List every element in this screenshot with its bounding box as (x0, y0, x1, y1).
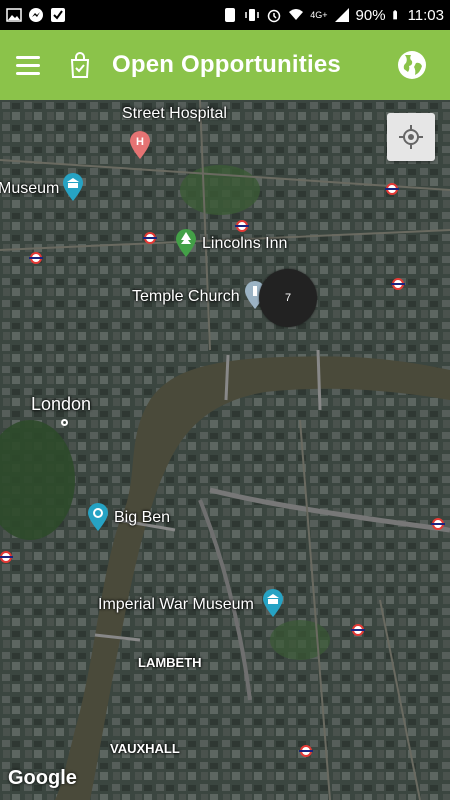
museum-pin-icon[interactable] (261, 588, 285, 618)
battery-icon (392, 10, 397, 20)
landmark-pin-icon[interactable] (86, 502, 110, 532)
museum-pin-icon[interactable] (61, 172, 85, 202)
tube-station-icon (0, 551, 13, 563)
app-bar: Open Opportunities (0, 30, 450, 100)
alarm-icon (268, 9, 281, 23)
tube-station-icon (143, 232, 157, 244)
tube-station-icon (385, 183, 399, 195)
status-right: 4G+ 90% 11:03 (222, 7, 444, 24)
shopping-bag-check-icon[interactable] (66, 51, 94, 79)
notification-icon (225, 8, 236, 22)
gallery-icon (6, 8, 22, 22)
status-left (6, 7, 66, 23)
my-location-button[interactable] (387, 113, 435, 161)
page-title: Open Opportunities (112, 51, 341, 78)
menu-button[interactable] (16, 49, 48, 81)
map-label-big-ben: Big Ben (114, 509, 171, 526)
hospital-pin-icon[interactable]: H (128, 130, 152, 160)
messenger-icon (29, 8, 43, 22)
map-label-lincolns-inn: Lincolns Inn (202, 235, 288, 252)
battery-percent: 90% (355, 6, 386, 24)
tube-station-icon (299, 745, 313, 757)
map-label-vauxhall: VAUXHALL (110, 741, 180, 756)
google-attribution: Google (8, 767, 77, 789)
tube-station-icon (351, 624, 365, 636)
menu-icon-line (16, 55, 40, 59)
map-label-lambeth: LAMBETH (138, 655, 202, 670)
vibrate-icon (245, 9, 260, 21)
globe-icon[interactable] (396, 49, 428, 81)
menu-icon-line (16, 63, 40, 67)
tube-station-icon (29, 252, 43, 264)
map-label-museum: Museum (0, 180, 60, 197)
map-label-imperial-war-museum: Imperial War Museum (98, 596, 254, 613)
check-notification-icon (51, 8, 65, 22)
park-pin-icon[interactable] (174, 228, 198, 258)
opportunity-cluster-marker[interactable]: 7 (259, 269, 317, 327)
tube-station-icon (431, 518, 445, 530)
signal-icon (334, 8, 349, 22)
status-bar: 4G+ 90% 11:03 (0, 0, 450, 30)
clock: 11:03 (407, 6, 444, 24)
crosshair-icon (399, 125, 423, 149)
wifi-icon (289, 9, 304, 20)
map-label-london: London (31, 394, 92, 414)
map-label-street-hospital: Street Hospital (122, 105, 227, 122)
map-label-temple-church: Temple Church (132, 288, 240, 305)
tube-station-icon (391, 278, 405, 290)
satellite-map-background (0, 100, 450, 800)
map-view[interactable]: H Street Hospital Museum Lincolns Inn Te… (0, 100, 450, 800)
network-type: 4G+ (310, 10, 328, 20)
city-marker-icon (61, 419, 68, 426)
svg-text:H: H (136, 136, 144, 148)
menu-icon-line (16, 71, 40, 75)
tube-station-icon (235, 220, 249, 232)
